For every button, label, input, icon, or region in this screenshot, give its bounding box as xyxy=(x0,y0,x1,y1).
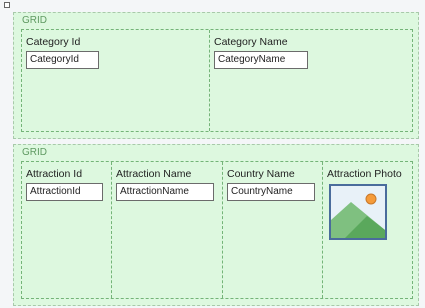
grid-column-country-name[interactable]: Country Name CountryName xyxy=(222,162,322,298)
column-title-attraction-id: Attraction Id xyxy=(26,168,83,180)
selection-handle[interactable] xyxy=(4,2,10,8)
image-placeholder-icon[interactable] xyxy=(329,184,387,240)
grid-column-category-id[interactable]: Category Id CategoryId xyxy=(22,30,209,131)
field-attraction-name[interactable]: AttractionName xyxy=(116,183,214,201)
column-title-country-name: Country Name xyxy=(227,168,295,180)
grid-column-attraction-photo[interactable]: Attraction Photo xyxy=(322,162,413,298)
grid-column-attraction-id[interactable]: Attraction Id AttractionId xyxy=(22,162,111,298)
grid-label: GRID xyxy=(22,147,47,158)
grid-attraction-table: Attraction Id AttractionId Attraction Na… xyxy=(21,161,413,299)
column-title-category-name: Category Name xyxy=(214,36,288,48)
column-title-attraction-photo: Attraction Photo xyxy=(327,168,402,180)
field-attraction-id[interactable]: AttractionId xyxy=(26,183,103,201)
column-title-category-id: Category Id xyxy=(26,36,81,48)
grid-category-table: Category Id CategoryId Category Name Cat… xyxy=(21,29,413,132)
column-title-attraction-name: Attraction Name xyxy=(116,168,192,180)
grid-label: GRID xyxy=(22,15,47,26)
image-placeholder-graphic xyxy=(331,186,385,238)
field-category-name[interactable]: CategoryName xyxy=(214,51,308,69)
field-category-id[interactable]: CategoryId xyxy=(26,51,99,69)
field-country-name[interactable]: CountryName xyxy=(227,183,315,201)
grid-column-attraction-name[interactable]: Attraction Name AttractionName xyxy=(111,162,222,298)
grid-attraction[interactable]: GRID Attraction Id AttractionId Attracti… xyxy=(13,144,419,306)
grid-category[interactable]: GRID Category Id CategoryId Category Nam… xyxy=(13,12,419,139)
grid-column-category-name[interactable]: Category Name CategoryName xyxy=(209,30,413,131)
